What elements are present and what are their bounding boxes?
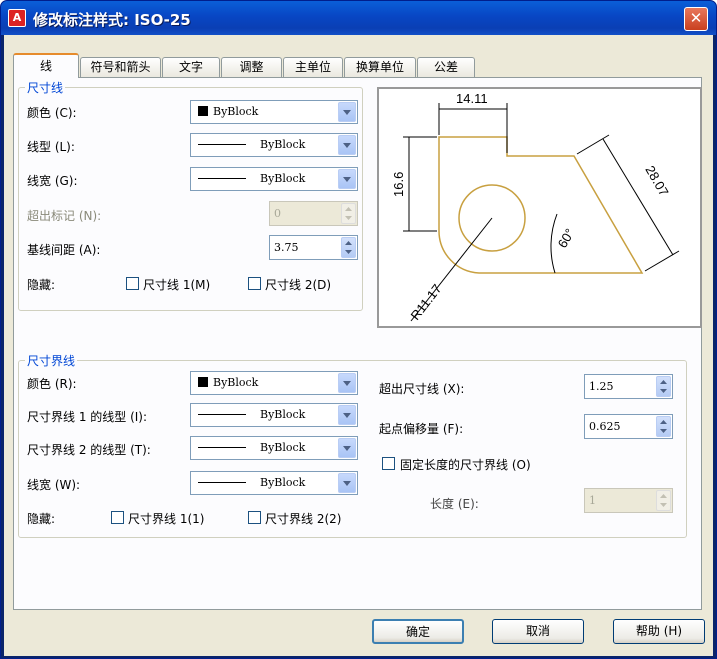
chevron-down-icon[interactable] xyxy=(338,373,356,393)
tab-tolerances[interactable]: 公差 xyxy=(417,57,475,78)
length-value: 1 xyxy=(589,494,596,507)
preview-drawing: 14.11 16.6 28.07 60° R11.17 xyxy=(391,91,680,323)
length-stepper[interactable]: 1 xyxy=(584,488,673,513)
ext1-linetype-value: ByBlock xyxy=(260,408,306,421)
extend-beyond-value: 1.25 xyxy=(589,380,614,393)
tab-panel-lines: 尺寸线 颜色 (C): ByBlock 线型 (L): ByBlock 线宽 (… xyxy=(13,77,702,610)
ext-lineweight-value: ByBlock xyxy=(260,476,306,489)
preview-dimensions xyxy=(403,103,680,322)
length-label: 长度 (E): xyxy=(430,497,479,511)
ext1-linetype-label: 尺寸界线 1 的线型 (I): xyxy=(27,410,148,424)
preview-dim-radius: R11.17 xyxy=(408,281,445,323)
line-sample-icon xyxy=(198,144,246,145)
extend-beyond-stepper[interactable]: 1.25 xyxy=(584,374,673,399)
ext-lineweight-label: 线宽 (W): xyxy=(27,478,81,492)
tab-fit[interactable]: 调整 xyxy=(221,57,282,78)
suppress-dim-line-2-label[interactable]: 尺寸线 2(D) xyxy=(265,276,331,293)
close-button[interactable]: ✕ xyxy=(684,7,708,31)
dim-linetype-label: 线型 (L): xyxy=(27,140,75,154)
origin-offset-stepper[interactable]: 0.625 xyxy=(584,414,673,439)
help-button[interactable]: 帮助 (H) xyxy=(613,619,705,644)
preview-dim-left: 16.6 xyxy=(391,172,406,197)
title-bar[interactable]: A 修改标注样式: ISO-25 ✕ xyxy=(1,1,716,35)
baseline-spacing-value: 3.75 xyxy=(274,241,299,254)
chevron-down-icon[interactable] xyxy=(338,473,356,493)
line-sample-icon xyxy=(198,447,246,448)
chevron-down-icon[interactable] xyxy=(338,438,356,458)
dialog-window: A 修改标注样式: ISO-25 ✕ 线 符号和箭头 文字 调整 主单位 换算单… xyxy=(0,0,717,659)
fixed-length-checkbox[interactable] xyxy=(382,457,395,470)
ext-color-value: ByBlock xyxy=(213,376,259,389)
tab-lines[interactable]: 线 xyxy=(13,53,79,78)
suppress-ext-line-1-checkbox[interactable] xyxy=(111,511,124,524)
spinner-arrows-icon[interactable] xyxy=(656,490,671,511)
ext-suppress-label: 隐藏: xyxy=(27,512,56,526)
suppress-ext-line-2-label[interactable]: 尺寸界线 2(2) xyxy=(265,510,341,527)
extend-ticks-label: 超出标记 (N): xyxy=(27,209,102,223)
dim-linetype-value: ByBlock xyxy=(260,138,306,151)
ext-lineweight-combo[interactable]: ByBlock xyxy=(190,471,358,495)
extend-ticks-value: 0 xyxy=(274,207,281,220)
window-title: 修改标注样式: ISO-25 xyxy=(33,11,191,29)
ext-color-combo[interactable]: ByBlock xyxy=(190,371,358,395)
origin-offset-label: 起点偏移量 (F): xyxy=(379,422,464,436)
suppress-ext-line-1-label[interactable]: 尺寸界线 1(1) xyxy=(128,510,204,527)
line-sample-icon xyxy=(198,482,246,483)
chevron-down-icon[interactable] xyxy=(338,135,356,155)
spinner-arrows-icon[interactable] xyxy=(656,376,671,397)
group-extension-lines: 尺寸界线 颜色 (R): ByBlock 尺寸界线 1 的线型 (I): ByB… xyxy=(18,352,687,538)
close-icon: ✕ xyxy=(689,9,703,27)
spinner-arrows-icon[interactable] xyxy=(341,237,356,258)
ext2-linetype-combo[interactable]: ByBlock xyxy=(190,436,358,460)
ext-color-label: 颜色 (R): xyxy=(27,377,77,391)
preview-geometry xyxy=(438,136,644,274)
suppress-dim-line-2-checkbox[interactable] xyxy=(248,277,261,290)
preview-dim-top: 14.11 xyxy=(456,91,488,106)
group-title-extension-lines: 尺寸界线 xyxy=(25,352,78,369)
line-sample-icon xyxy=(198,178,246,179)
ext1-linetype-combo[interactable]: ByBlock xyxy=(190,403,358,427)
autocad-app-icon: A xyxy=(8,9,26,27)
tab-symbols-arrows[interactable]: 符号和箭头 xyxy=(80,57,161,78)
tab-text[interactable]: 文字 xyxy=(162,57,220,78)
spinner-arrows-icon[interactable] xyxy=(656,416,671,437)
extend-beyond-label: 超出尺寸线 (X): xyxy=(379,382,465,396)
dim-lineweight-label: 线宽 (G): xyxy=(27,174,78,188)
tab-alternate-units[interactable]: 换算单位 xyxy=(344,57,416,78)
dialog-client: 线 符号和箭头 文字 调整 主单位 换算单位 公差 尺寸线 颜色 (C): By… xyxy=(4,35,713,656)
baseline-spacing-label: 基线间距 (A): xyxy=(27,243,101,257)
tab-primary-units[interactable]: 主单位 xyxy=(283,57,343,78)
chevron-down-icon[interactable] xyxy=(338,102,356,122)
dim-linetype-combo[interactable]: ByBlock xyxy=(190,133,358,157)
origin-offset-value: 0.625 xyxy=(589,420,621,433)
line-sample-icon xyxy=(198,414,246,415)
dim-lineweight-combo[interactable]: ByBlock xyxy=(190,167,358,191)
fixed-length-label[interactable]: 固定长度的尺寸界线 (O) xyxy=(400,456,531,473)
spinner-arrows-icon[interactable] xyxy=(341,203,356,224)
dim-color-combo[interactable]: ByBlock xyxy=(190,100,358,124)
chevron-down-icon[interactable] xyxy=(338,405,356,425)
preview-dim-angle: 60° xyxy=(555,226,578,251)
dim-lineweight-value: ByBlock xyxy=(260,172,306,185)
ext2-linetype-label: 尺寸界线 2 的线型 (T): xyxy=(27,443,151,457)
baseline-spacing-stepper[interactable]: 3.75 xyxy=(269,235,358,260)
chevron-down-icon[interactable] xyxy=(338,169,356,189)
dim-color-label: 颜色 (C): xyxy=(27,106,77,120)
preview-dim-diagonal: 28.07 xyxy=(642,163,671,199)
dim-color-value: ByBlock xyxy=(213,105,259,118)
extend-ticks-stepper[interactable]: 0 xyxy=(269,201,358,226)
preview-pane: 14.11 16.6 28.07 60° R11.17 xyxy=(377,87,702,328)
cancel-button[interactable]: 取消 xyxy=(492,619,584,644)
dim-suppress-label: 隐藏: xyxy=(27,278,56,292)
group-title-dimension-lines: 尺寸线 xyxy=(25,79,66,96)
color-swatch-icon xyxy=(198,106,208,116)
suppress-dim-line-1-checkbox[interactable] xyxy=(126,277,139,290)
group-dimension-lines: 尺寸线 颜色 (C): ByBlock 线型 (L): ByBlock 线宽 (… xyxy=(18,79,363,311)
suppress-dim-line-1-label[interactable]: 尺寸线 1(M) xyxy=(143,276,210,293)
ext2-linetype-value: ByBlock xyxy=(260,441,306,454)
color-swatch-icon xyxy=(198,377,208,387)
ok-button[interactable]: 确定 xyxy=(372,619,464,644)
suppress-ext-line-2-checkbox[interactable] xyxy=(248,511,261,524)
